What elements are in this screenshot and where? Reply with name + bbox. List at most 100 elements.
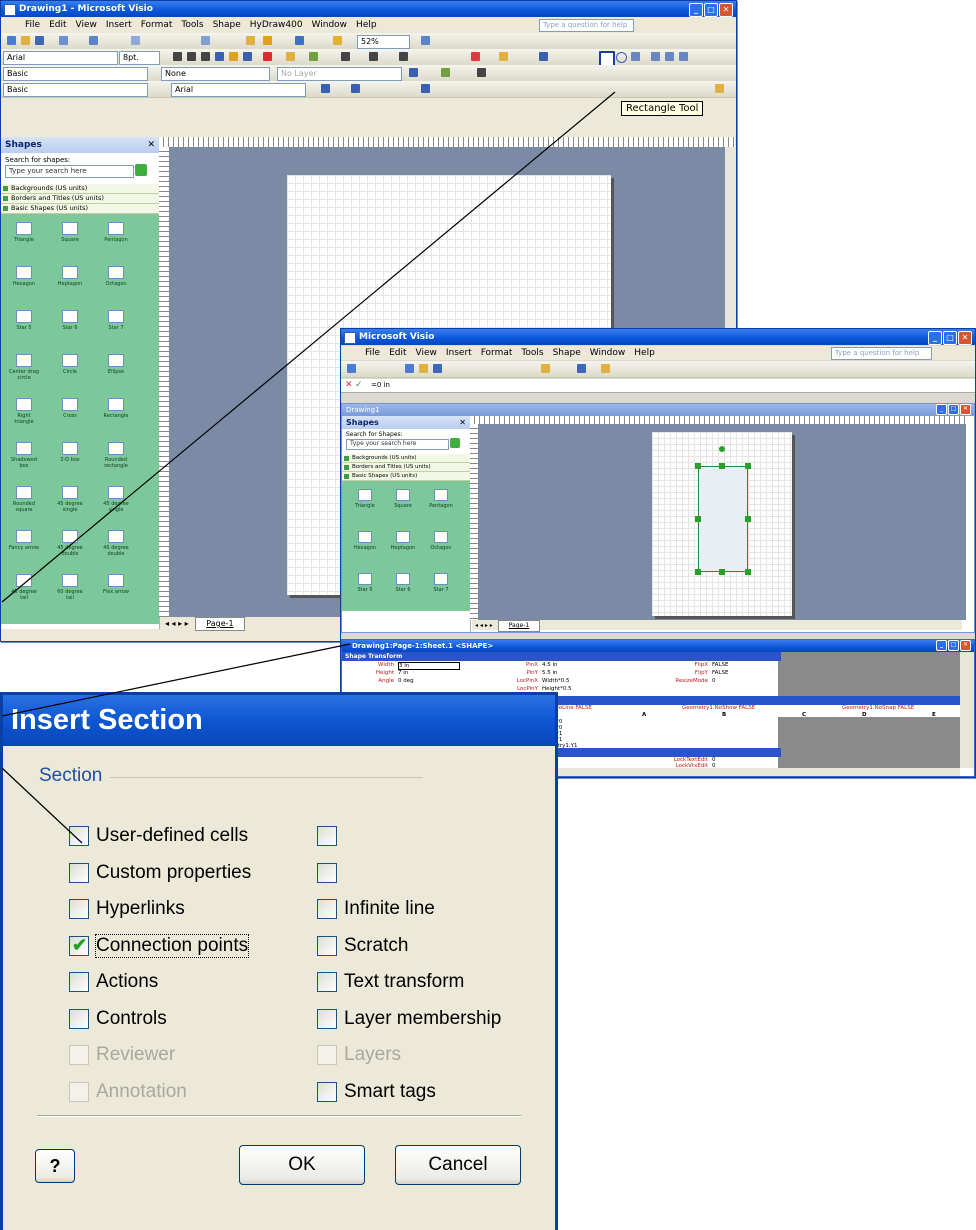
stencil-tab-basic-shapes[interactable]: Basic Shapes (US units) <box>1 204 159 214</box>
shapesheet-cell-value[interactable]: 0 <box>712 678 772 684</box>
drawing-page[interactable] <box>652 432 792 616</box>
stencil-shape-flex-arrow[interactable]: Flex arrow <box>99 574 133 595</box>
open-icon[interactable] <box>419 364 428 373</box>
menu-file[interactable]: File <box>365 348 380 358</box>
shape-search-input[interactable]: Type your search here <box>5 165 134 178</box>
stencil-shape-right-triangle[interactable]: Right triangle <box>7 398 41 425</box>
stencil-shape-triangle[interactable]: Triangle <box>7 222 41 243</box>
zoom-combo[interactable]: 52% <box>357 35 410 49</box>
cancel-button[interactable]: Cancel <box>395 1145 521 1185</box>
close-button[interactable]: ✕ <box>719 3 733 17</box>
menu-format[interactable]: Format <box>481 348 513 358</box>
selection-handle[interactable] <box>745 463 751 469</box>
checkbox-controls[interactable]: Controls <box>69 1006 167 1032</box>
new-icon[interactable] <box>7 36 16 45</box>
stencil-shape-3-d-box[interactable]: 3-D box <box>53 442 87 463</box>
new-icon[interactable] <box>405 364 414 373</box>
rotation-handle[interactable] <box>719 446 725 452</box>
page-tab-1[interactable]: Page-1 <box>497 620 541 632</box>
checkbox-smart-tags[interactable]: Smart tags <box>317 1079 436 1105</box>
pointer-icon[interactable] <box>347 364 356 373</box>
checkbox-connection-points[interactable]: ✔ Connection points <box>69 933 250 959</box>
checkbox-box[interactable] <box>69 826 89 846</box>
selection-handle[interactable] <box>719 463 725 469</box>
underline-icon[interactable] <box>201 52 210 61</box>
menu-tools[interactable]: Tools <box>521 348 543 358</box>
selection-handle[interactable] <box>695 569 701 575</box>
menu-view[interactable]: View <box>76 20 97 30</box>
connection-point-tool-icon[interactable] <box>539 52 548 61</box>
shapesheet-cell-value[interactable]: Width*0.5 <box>542 678 602 684</box>
minimize-button[interactable]: _ <box>689 3 703 17</box>
stencil-shape-heptagon[interactable]: Heptagon <box>53 266 87 287</box>
checkbox-box[interactable] <box>317 862 337 883</box>
stencil-tab-basic-shapes[interactable]: Basic Shapes (US units) <box>342 472 470 481</box>
connector-icon[interactable] <box>263 36 272 45</box>
shapesheet-vertical-scrollbar[interactable] <box>960 652 974 768</box>
pointer-icon[interactable] <box>246 36 255 45</box>
shapesheet-cell-value[interactable]: 3 in <box>398 662 460 670</box>
close-icon[interactable]: ✕ <box>147 137 155 153</box>
text-font-combo[interactable]: Arial <box>171 83 306 97</box>
menu-help[interactable]: Help <box>634 348 655 358</box>
pencil-tool-icon[interactable] <box>679 52 688 61</box>
stencil-shape-star-5[interactable]: Star 5 <box>348 573 382 593</box>
checkbox-layer-membership[interactable]: Layer membership <box>317 1006 501 1032</box>
page-tab-1[interactable]: Page-1 <box>195 617 245 631</box>
shadow-color-icon[interactable] <box>441 68 450 77</box>
stencil-tab-borders[interactable]: Borders and Titles (US units) <box>342 463 470 472</box>
stencil-shape-square[interactable]: Square <box>53 222 87 243</box>
checkbox-box[interactable] <box>69 972 89 992</box>
drawing-area[interactable] <box>478 424 966 620</box>
stencil-shape-square[interactable]: Square <box>386 489 420 509</box>
stencil-shape-45-degree-double[interactable]: 45 degree double <box>53 530 87 557</box>
help-icon[interactable] <box>421 36 430 45</box>
stencil-icon[interactable] <box>577 364 586 373</box>
align-right-icon[interactable] <box>243 52 252 61</box>
help-icon[interactable] <box>601 364 610 373</box>
menu-file[interactable]: File <box>25 20 40 30</box>
menu-edit[interactable]: Edit <box>389 348 406 358</box>
stencil-shape-45-degree-single[interactable]: 45 degree single <box>99 486 133 513</box>
arc-tool-icon[interactable] <box>651 52 660 61</box>
ellipse-tool-icon[interactable] <box>616 52 627 63</box>
spacing-icon[interactable] <box>421 84 430 93</box>
line-ends-icon[interactable] <box>399 52 408 61</box>
checkbox-box[interactable] <box>69 899 89 919</box>
bullets-icon[interactable] <box>351 84 360 93</box>
shapes-icon[interactable] <box>541 364 550 373</box>
spelling-icon[interactable] <box>89 36 98 45</box>
indent-icon[interactable] <box>321 84 330 93</box>
restore-button[interactable]: □ <box>948 404 959 415</box>
restore-button[interactable]: □ <box>948 640 959 651</box>
checkbox-hyperlinks[interactable]: Hyperlinks <box>69 896 185 922</box>
bold-icon[interactable] <box>173 52 182 61</box>
line-pattern-icon[interactable] <box>369 52 378 61</box>
shapesheet-cell-value[interactable]: FALSE <box>712 670 772 676</box>
formula-input[interactable]: =0 in <box>371 381 390 389</box>
stencil-shape-center-drag-circle[interactable]: Center drag circle <box>7 354 41 381</box>
checkbox-box[interactable] <box>317 826 337 846</box>
font-color-icon[interactable] <box>263 52 272 61</box>
cancel-formula-icon[interactable]: ✕ <box>345 380 353 390</box>
close-icon[interactable]: ✕ <box>459 416 466 429</box>
restore-button[interactable]: □ <box>943 331 957 345</box>
checkbox-box[interactable] <box>69 1008 89 1029</box>
stencil-shape-60-degree-tail[interactable]: 60 degree tail <box>53 574 87 601</box>
selection-handle[interactable] <box>745 569 751 575</box>
stencil-shape-pentagon[interactable]: Pentagon <box>424 489 458 509</box>
shapesheet-geometry-flag[interactable]: Geometry1.NoShow FALSE <box>682 705 755 711</box>
fill-color-icon[interactable] <box>309 52 318 61</box>
stencil-shape-octagon[interactable]: Octagon <box>424 531 458 551</box>
selected-rectangle-shape[interactable] <box>698 466 748 572</box>
restore-button[interactable]: □ <box>704 3 718 17</box>
menu-edit[interactable]: Edit <box>49 20 66 30</box>
undo-icon[interactable] <box>201 36 210 45</box>
checkbox-box[interactable] <box>317 935 337 956</box>
stencil-shape-star-6[interactable]: Star 6 <box>53 310 87 331</box>
text-style-combo[interactable]: Basic <box>3 83 148 97</box>
checkbox-text-transform[interactable]: Text transform <box>317 969 464 995</box>
stencil-shape-star-7[interactable]: Star 7 <box>99 310 133 331</box>
help-icon[interactable]: ? <box>35 1149 75 1183</box>
line-tool-icon[interactable] <box>631 52 640 61</box>
